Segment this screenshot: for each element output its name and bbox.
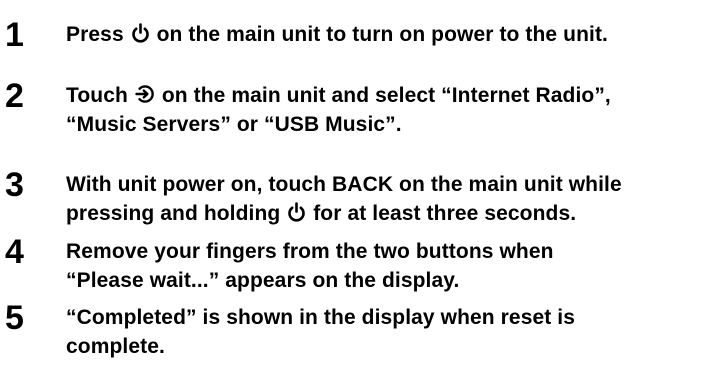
step-line: Touch on the main unit and select “Inter… bbox=[66, 81, 696, 110]
step-text-part: on the main unit to turn on power to the… bbox=[156, 23, 608, 46]
step-line: With unit power on, touch BACK on the ma… bbox=[66, 173, 622, 196]
step-number: 5 bbox=[5, 299, 24, 337]
instruction-steps: 1 Press on the main unit to turn on powe… bbox=[0, 0, 701, 366]
step-text: Remove your fingers from the two buttons… bbox=[66, 237, 696, 295]
step-line: Remove your fingers from the two buttons… bbox=[66, 240, 554, 263]
step-line: Press on the main unit to turn on power … bbox=[66, 20, 696, 49]
step-line: “Completed” is shown in the display when… bbox=[66, 306, 576, 329]
step-text-part: for at least three seconds. bbox=[313, 202, 577, 225]
step-line: “Music Servers” or “USB Music”. bbox=[66, 113, 402, 136]
step-text: Press on the main unit to turn on power … bbox=[66, 20, 696, 49]
input-source-icon bbox=[135, 84, 155, 104]
step-line: complete. bbox=[66, 335, 165, 358]
step-text: Touch on the main unit and select “Inter… bbox=[66, 81, 696, 139]
power-icon bbox=[131, 23, 150, 43]
step-text-part: pressing and holding bbox=[66, 202, 281, 225]
step-number: 4 bbox=[5, 233, 24, 271]
step-number: 3 bbox=[5, 166, 24, 204]
power-icon bbox=[287, 202, 306, 222]
step-line: “Please wait...” appears on the display. bbox=[66, 269, 460, 292]
step-text: With unit power on, touch BACK on the ma… bbox=[66, 170, 696, 228]
step-text-part: Press bbox=[66, 23, 124, 46]
step-line: pressing and holding for at least three … bbox=[66, 199, 696, 228]
step-text: “Completed” is shown in the display when… bbox=[66, 303, 696, 361]
step-number: 2 bbox=[5, 77, 24, 115]
step-text-part: Touch bbox=[66, 84, 128, 107]
step-number: 1 bbox=[5, 16, 24, 54]
step-text-part: on the main unit and select “Internet Ra… bbox=[161, 84, 611, 107]
